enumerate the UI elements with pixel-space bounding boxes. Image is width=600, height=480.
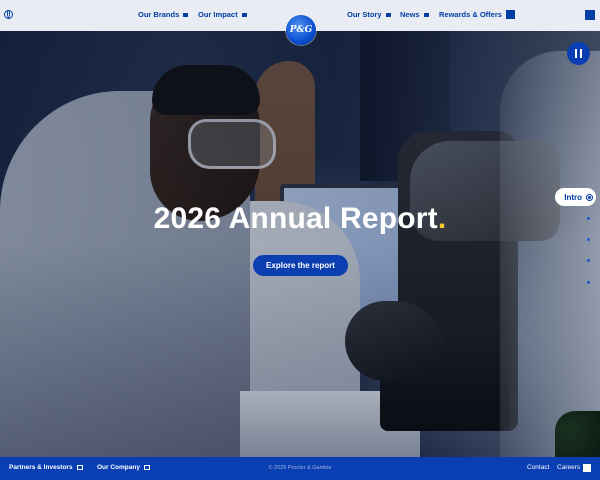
- footer-contact-link[interactable]: Contact: [527, 464, 549, 471]
- nav-our-brands[interactable]: Our Brands: [138, 10, 189, 19]
- expand-icon: [183, 12, 189, 17]
- pg-logo[interactable]: P&G: [286, 15, 316, 45]
- nav-rewards-offers[interactable]: Rewards & Offers: [439, 10, 515, 19]
- nav-our-brands-label: Our Brands: [138, 10, 180, 19]
- side-nav-dot[interactable]: [587, 281, 590, 284]
- nav-news-label: News: [400, 10, 420, 19]
- pause-button[interactable]: [567, 42, 590, 65]
- side-nav-intro-label: Intro: [564, 192, 582, 202]
- nav-rewards-offers-label: Rewards & Offers: [439, 10, 502, 19]
- side-nav-intro[interactable]: Intro: [555, 188, 596, 206]
- side-nav-dot[interactable]: [587, 238, 590, 241]
- pause-icon: [574, 49, 578, 58]
- pause-icon: [579, 49, 583, 58]
- expand-icon: [505, 10, 515, 19]
- nav-news[interactable]: News: [400, 10, 429, 19]
- expand-icon: [423, 12, 429, 17]
- site-footer: Partners & Investors Our Company © 2026 …: [0, 457, 600, 480]
- expand-icon: [385, 12, 391, 17]
- page-title: 2026 Annual Report.: [0, 202, 600, 236]
- side-nav-dot[interactable]: [587, 259, 590, 262]
- expand-icon: [241, 12, 247, 17]
- explore-report-button[interactable]: Explore the report: [253, 255, 348, 276]
- side-nav-dot[interactable]: [587, 217, 590, 220]
- active-dot-icon: [586, 193, 593, 201]
- globe-icon[interactable]: [4, 10, 13, 19]
- nav-our-story-label: Our Story: [347, 10, 382, 19]
- logo-text: P&G: [289, 25, 313, 35]
- menu-icon[interactable]: [585, 10, 595, 20]
- hero-overlay: [0, 31, 600, 457]
- nav-our-impact[interactable]: Our Impact: [198, 10, 247, 19]
- page-title-text: 2026 Annual Report: [153, 202, 438, 235]
- nav-our-impact-label: Our Impact: [198, 10, 238, 19]
- hero-background-image: [0, 31, 600, 457]
- footer-square-icon[interactable]: [583, 464, 591, 472]
- copyright-text: © 2026 Procter & Gamble: [268, 465, 332, 471]
- nav-our-story[interactable]: Our Story: [347, 10, 391, 19]
- title-accent-dot: .: [437, 202, 447, 235]
- footer-careers-link[interactable]: Careers: [557, 464, 580, 471]
